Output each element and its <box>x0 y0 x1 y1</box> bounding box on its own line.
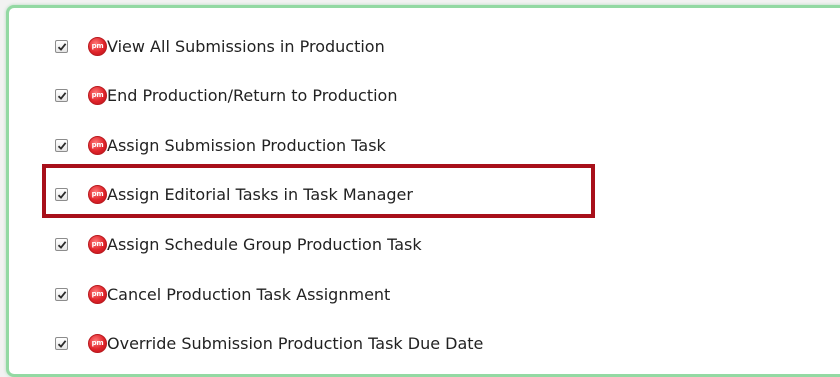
permission-label: View All Submissions in Production <box>107 36 385 56</box>
pm-badge-icon: pm <box>88 284 107 304</box>
checkbox-checked[interactable] <box>55 287 68 301</box>
permission-item-assign-submission-task: pm Assign Submission Production Task <box>55 130 386 160</box>
permission-item-end-production: pm End Production/Return to Production <box>55 80 397 110</box>
highlight-annotation-box <box>42 164 595 218</box>
checkbox-checked[interactable] <box>55 39 68 53</box>
permission-label: Assign Schedule Group Production Task <box>107 234 422 254</box>
pm-badge-icon: pm <box>88 333 107 353</box>
checkbox-checked[interactable] <box>55 237 68 251</box>
permissions-panel: pm View All Submissions in Production pm… <box>6 5 840 377</box>
permission-item-assign-schedule-group-task: pm Assign Schedule Group Production Task <box>55 229 422 259</box>
permission-label: Assign Submission Production Task <box>107 135 386 155</box>
permission-label: Cancel Production Task Assignment <box>107 284 391 304</box>
permission-item-view-all-submissions: pm View All Submissions in Production <box>55 31 385 61</box>
permission-item-cancel-task-assignment: pm Cancel Production Task Assignment <box>55 279 390 309</box>
permission-item-override-due-date: pm Override Submission Production Task D… <box>55 328 483 358</box>
checkbox-checked[interactable] <box>55 138 68 152</box>
permission-label: End Production/Return to Production <box>107 85 398 105</box>
checkbox-checked[interactable] <box>55 88 68 102</box>
pm-badge-icon: pm <box>88 36 107 56</box>
permission-label: Override Submission Production Task Due … <box>107 333 484 353</box>
pm-badge-icon: pm <box>88 85 107 105</box>
pm-badge-icon: pm <box>88 234 107 254</box>
checkbox-checked[interactable] <box>55 336 68 350</box>
pm-badge-icon: pm <box>88 135 107 155</box>
